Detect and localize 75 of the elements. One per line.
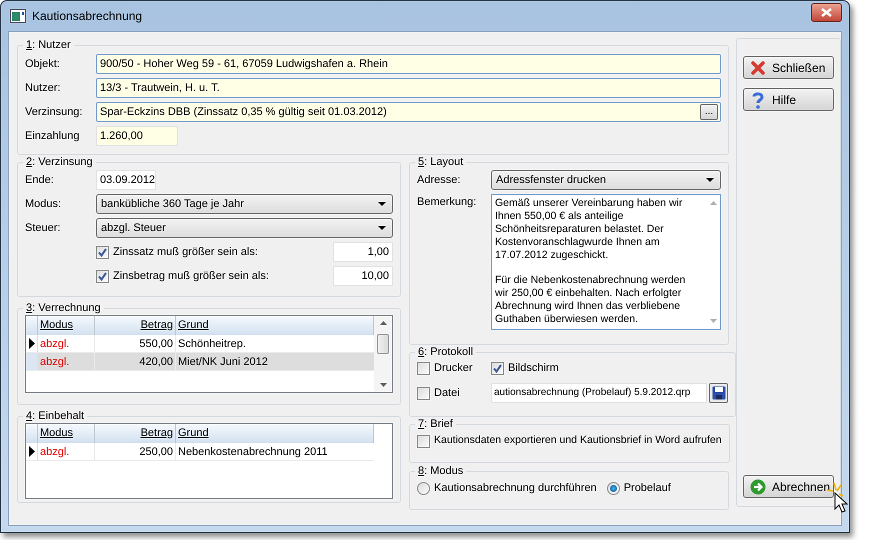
table-cell-text: Nebenkostenabrechnung 2011 — [177, 445, 329, 460]
help-button[interactable]: Hilfe — [743, 88, 834, 111]
dropdown[interactable]: bankübliche 360 Tage je Jahr — [96, 194, 393, 214]
checkbox-label: Datei — [434, 386, 460, 401]
group-title: 3: Verrechnung — [25, 301, 102, 315]
close-window-button[interactable] — [811, 2, 842, 22]
table-cell: abzgl. — [38, 443, 95, 460]
checkbox[interactable] — [96, 246, 109, 258]
group-title: 2: Verzinsung — [25, 155, 94, 169]
checkbox-label: Zinsbetrag muß größer sein als: — [113, 268, 270, 284]
caret-icon — [378, 202, 386, 206]
window-icon — [10, 9, 26, 23]
input-field[interactable]: 1,00 — [333, 242, 393, 262]
field-label: Adresse: — [417, 172, 462, 188]
input-field[interactable]: 1.260,00 — [96, 126, 178, 146]
input-field[interactable]: 10,00 — [333, 266, 393, 286]
scroll-down-icon[interactable] — [380, 383, 386, 387]
field-label: Bemerkung: — [417, 195, 478, 210]
arrow-icon — [750, 478, 766, 494]
scroll-up-icon[interactable] — [380, 321, 386, 325]
group-title: 5: Layout — [417, 155, 464, 169]
checkbox[interactable] — [417, 386, 430, 400]
checkbox[interactable] — [417, 434, 430, 448]
calculate-button[interactable]: Abrechnen — [743, 475, 834, 498]
caret-icon — [706, 178, 714, 182]
checkbox-label: Kautionsdaten exportieren und Kautionsbrief in Word aufrufen — [434, 433, 722, 448]
input-field[interactable]: 900/50 - Hoher Weg 59 - 61, 67059 Ludwigshafen a. Rhein — [96, 54, 721, 74]
scrollbar[interactable] — [374, 316, 392, 392]
table-row[interactable]: abzgl. 550,00 Schönheitrep. — [26, 335, 374, 353]
date-field[interactable]: 03.09.2012 — [96, 170, 156, 190]
caret-icon — [378, 226, 386, 230]
close-button[interactable]: Schließen — [743, 56, 834, 79]
dropdown[interactable]: Adressfenster drucken — [491, 170, 721, 190]
field-label: Steuer: — [25, 220, 62, 236]
input-field[interactable]: Spar-Eckzins DBB (Zinssatz 0,35 % gültig seit 01.03.2012) ... — [96, 102, 721, 122]
checkbox[interactable] — [417, 362, 430, 374]
field-label: Objekt: — [25, 56, 61, 72]
checkbox-label: Zinssatz muß größer sein als: — [113, 244, 259, 260]
file-path-field[interactable]: autionsabrechnung (Probelauf) 5.9.2012.qrp — [491, 383, 707, 403]
radio-label: Probelauf — [624, 481, 671, 496]
browse-button[interactable]: ... — [700, 104, 718, 120]
radio-button[interactable] — [417, 482, 430, 495]
table-row[interactable]: abzgl. 250,00 Nebenkostenabrechnung 2011 — [26, 443, 374, 461]
input-field[interactable]: 13/3 - Trautwein, H. u. T. — [96, 78, 721, 98]
window-title: Kautionsabrechnung — [32, 8, 144, 25]
field-label: Verzinsung: — [25, 104, 84, 120]
field-label: Einzahlung — [25, 128, 80, 144]
checkbox-label: Bildschirm — [508, 360, 559, 376]
scroll-thumb[interactable] — [377, 334, 389, 354]
field-label: Ende: — [25, 172, 55, 188]
radio-button[interactable] — [606, 482, 620, 495]
save-button[interactable] — [709, 383, 728, 403]
dropdown[interactable]: abzgl. Steuer — [96, 218, 393, 238]
checkbox[interactable] — [96, 270, 109, 282]
group-title: 7: Brief — [417, 417, 454, 431]
checkbox[interactable] — [491, 362, 504, 374]
table-row[interactable]: abzgl. 420,00 Miet/NK Juni 2012 — [26, 353, 374, 371]
checkbox-label: Drucker — [434, 360, 473, 376]
table-cell: abzgl. — [38, 353, 95, 370]
help-icon — [750, 90, 766, 108]
table-cell: 250,00 — [95, 443, 176, 460]
table-cell: 550,00 — [95, 335, 176, 352]
group-title: 6: Protokoll — [417, 345, 474, 359]
group-title: 1: Nutzer — [25, 38, 72, 52]
table-cell: 420,00 — [95, 353, 176, 370]
group-title: 4: Einbehalt — [25, 409, 86, 423]
field-label: Nutzer: — [25, 80, 62, 96]
table-cell: abzgl. — [38, 335, 95, 352]
close-icon — [821, 8, 832, 16]
group-title: 8: Modus — [417, 464, 464, 478]
table-cell-text: Schönheitrep. — [177, 337, 247, 352]
field-label: Modus: — [25, 196, 62, 212]
radio-label: Kautionsabrechnung durchführen — [434, 481, 597, 496]
table-cell-text: Miet/NK Juni 2012 — [177, 355, 269, 370]
close-icon — [750, 60, 766, 76]
